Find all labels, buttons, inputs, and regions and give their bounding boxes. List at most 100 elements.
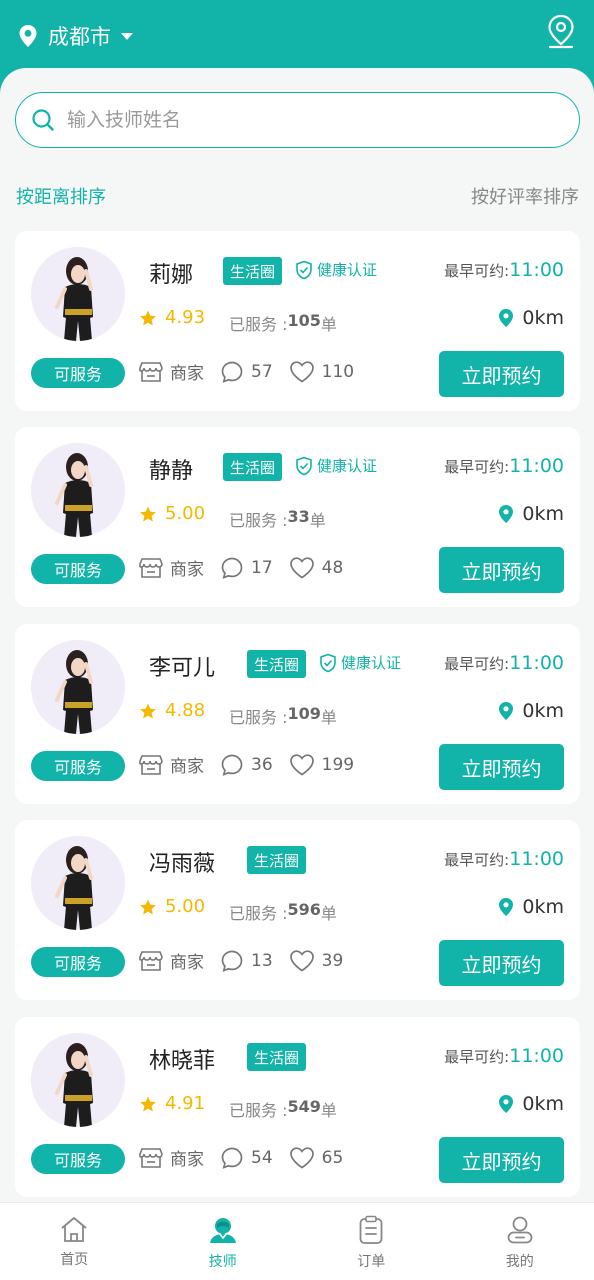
distance-value: 0km	[522, 503, 564, 525]
served-unit: 单	[309, 511, 326, 530]
health-certified-label: 健康认证	[317, 261, 378, 279]
stats-row: 商家 57 110	[139, 359, 370, 384]
merchant-link[interactable]: 商家	[139, 948, 204, 973]
book-now-button[interactable]: 立即预约	[439, 744, 564, 790]
earliest-available: 最早可约: 11:00	[444, 848, 564, 870]
tab-technician[interactable]: 技师	[149, 1203, 298, 1280]
map-locate-icon[interactable]	[546, 14, 576, 50]
rating-value: 4.88	[165, 700, 206, 721]
technician-avatar[interactable]	[31, 1033, 125, 1127]
available-status-button[interactable]: 可服务	[31, 751, 125, 781]
served-label: 已服务 :	[229, 904, 288, 923]
tab-orders-label: 订单	[357, 1254, 386, 1270]
heart-icon	[289, 360, 314, 382]
served-count: 已服务 : 105 单	[229, 311, 337, 335]
distance-value: 0km	[522, 307, 564, 329]
comment-count[interactable]: 54	[220, 1146, 273, 1170]
served-count: 已服务 : 33 单	[229, 507, 326, 531]
city-selector[interactable]: 成都市	[18, 20, 133, 52]
tab-home[interactable]: 首页	[0, 1203, 149, 1280]
technician-card[interactable]: 可服务 莉娜 生活圈 健康认证 最早可约: 11:00 4.93 已服务 : 1…	[15, 231, 580, 411]
comment-count[interactable]: 17	[220, 556, 273, 580]
comment-count[interactable]: 13	[220, 949, 273, 973]
star-icon	[140, 310, 156, 325]
merchant-link[interactable]: 商家	[139, 752, 204, 777]
served-number: 596	[287, 900, 321, 919]
life-circle-label: 生活圈	[230, 262, 276, 281]
comment-number: 54	[251, 1147, 273, 1168]
star-icon	[140, 703, 156, 718]
served-unit: 单	[320, 1101, 337, 1120]
status-label: 可服务	[53, 561, 102, 580]
location-pin-icon	[499, 1095, 514, 1113]
technician-card[interactable]: 可服务 李可儿 生活圈 健康认证 最早可约: 11:00 4.88 已服务 : …	[15, 624, 580, 804]
available-status-button[interactable]: 可服务	[31, 947, 125, 977]
technician-card[interactable]: 可服务 林晓菲 生活圈 最早可约: 11:00 4.91 已服务 : 549 单	[15, 1017, 580, 1197]
merchant-link[interactable]: 商家	[139, 1145, 204, 1170]
life-circle-tag: 生活圈	[247, 650, 307, 678]
tab-home-label: 首页	[60, 1252, 89, 1268]
like-count[interactable]: 110	[289, 360, 354, 384]
search-input[interactable]	[67, 109, 527, 131]
tab-orders[interactable]: 订单	[297, 1203, 446, 1280]
technician-name: 林晓菲	[149, 1049, 216, 1074]
technician-icon	[209, 1218, 236, 1243]
life-circle-label: 生活圈	[254, 851, 300, 870]
tab-profile[interactable]: 我的	[446, 1203, 594, 1280]
like-count[interactable]: 39	[289, 949, 344, 973]
comment-count[interactable]: 36	[220, 753, 273, 777]
life-circle-tag: 生活圈	[247, 846, 307, 874]
comment-icon	[221, 361, 243, 383]
served-label: 已服务 :	[229, 708, 288, 727]
search-box[interactable]	[15, 92, 580, 148]
book-now-label: 立即预约	[461, 756, 542, 781]
book-now-button[interactable]: 立即预约	[439, 547, 564, 593]
available-status-button[interactable]: 可服务	[31, 554, 125, 584]
technician-card[interactable]: 可服务 冯雨薇 生活圈 最早可约: 11:00 5.00 已服务 : 596 单	[15, 820, 580, 1000]
technician-avatar[interactable]	[31, 836, 125, 930]
rating-value: 4.91	[165, 1093, 206, 1114]
sort-by-distance[interactable]: 按距离排序	[16, 183, 106, 209]
search-icon	[32, 109, 54, 131]
earliest-available: 最早可约: 11:00	[444, 1045, 564, 1067]
stats-row: 商家 54 65	[139, 1145, 359, 1170]
like-count[interactable]: 48	[289, 556, 343, 580]
comment-number: 57	[251, 361, 273, 382]
merchant-link[interactable]: 商家	[139, 555, 204, 580]
like-number: 199	[321, 754, 355, 775]
like-count[interactable]: 199	[289, 753, 354, 777]
comment-count[interactable]: 57	[220, 360, 273, 384]
heart-icon	[289, 1146, 314, 1168]
technician-avatar[interactable]	[31, 443, 125, 537]
heart-icon	[289, 753, 314, 775]
served-number: 109	[287, 704, 321, 723]
shield-check-icon	[296, 260, 312, 279]
distance: 0km	[498, 700, 564, 722]
sort-by-rating[interactable]: 按好评率排序	[471, 183, 579, 209]
like-count[interactable]: 65	[289, 1146, 343, 1170]
comment-number: 17	[251, 557, 273, 578]
technician-avatar[interactable]	[31, 247, 125, 341]
stats-row: 商家 36 199	[139, 752, 370, 777]
technician-card[interactable]: 可服务 静静 生活圈 健康认证 最早可约: 11:00 5.00 已服务 : 3…	[15, 427, 580, 607]
book-now-button[interactable]: 立即预约	[439, 940, 564, 986]
merchant-label: 商家	[170, 1150, 204, 1170]
health-certified-tag: 健康认证	[295, 259, 377, 280]
available-status-button[interactable]: 可服务	[31, 358, 125, 388]
book-now-label: 立即预约	[461, 952, 542, 977]
book-now-button[interactable]: 立即预约	[439, 351, 564, 397]
star-icon	[140, 1096, 156, 1111]
distance: 0km	[498, 1093, 564, 1115]
technician-name: 莉娜	[149, 263, 194, 288]
life-circle-label: 生活圈	[254, 655, 300, 674]
merchant-link[interactable]: 商家	[139, 359, 204, 384]
merchant-label: 商家	[170, 757, 204, 777]
tab-technician-label: 技师	[208, 1254, 237, 1270]
distance-value: 0km	[522, 1093, 564, 1115]
health-certified-label: 健康认证	[341, 654, 402, 672]
like-number: 39	[321, 950, 344, 971]
available-status-button[interactable]: 可服务	[31, 1144, 125, 1174]
heart-icon	[289, 949, 314, 971]
book-now-button[interactable]: 立即预约	[439, 1137, 564, 1183]
technician-avatar[interactable]	[31, 640, 125, 734]
